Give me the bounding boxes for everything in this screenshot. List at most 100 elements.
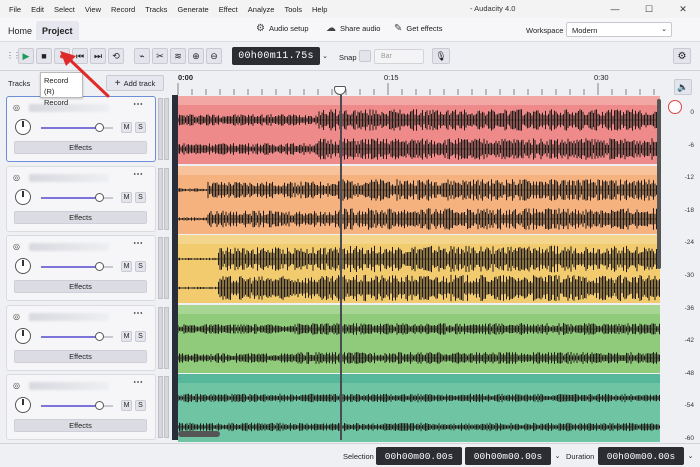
mute-button[interactable]: M: [121, 261, 132, 272]
maximize-button[interactable]: ☐: [632, 0, 666, 18]
track-name[interactable]: [29, 313, 109, 321]
zoom-out-button[interactable]: ⊖: [206, 48, 222, 64]
meter-scale-label: -6: [688, 141, 694, 149]
stereo-link-icon: ◎: [13, 242, 20, 251]
mute-button[interactable]: M: [121, 122, 132, 133]
pan-thumb[interactable]: [94, 262, 104, 271]
menu-tracks[interactable]: Tracks: [140, 5, 172, 14]
vertical-scrollbar[interactable]: [655, 95, 663, 440]
gain-knob[interactable]: [15, 258, 31, 274]
time-display[interactable]: 00h00m11.75s: [232, 47, 320, 65]
toolbar-settings-button[interactable]: ⚙: [673, 48, 691, 64]
gain-knob[interactable]: [15, 328, 31, 344]
pan-thumb[interactable]: [94, 193, 104, 202]
menu-analyze[interactable]: Analyze: [243, 5, 280, 14]
menu-edit[interactable]: Edit: [26, 5, 49, 14]
effects-button[interactable]: Effects: [14, 350, 147, 363]
microphone-button[interactable]: 🎙: [432, 48, 450, 64]
track-header[interactable]: ◎ ⋯ M S Effects: [6, 305, 156, 371]
clip-title-bar[interactable]: [178, 96, 660, 105]
duration-display[interactable]: 00h00m00.00s: [598, 447, 684, 465]
solo-button[interactable]: S: [135, 331, 146, 342]
clip-title-bar[interactable]: [178, 166, 660, 175]
more-options-icon[interactable]: ⋯: [133, 377, 143, 388]
pan-slider[interactable]: [41, 401, 113, 410]
track-header[interactable]: ◎ ⋯ M S Effects: [6, 235, 156, 301]
pan-thumb[interactable]: [94, 332, 104, 341]
gain-knob[interactable]: [15, 397, 31, 413]
snap-checkbox[interactable]: [359, 50, 371, 62]
menu-file[interactable]: File: [4, 5, 26, 14]
clip-title-bar[interactable]: [178, 374, 660, 383]
pan-slider[interactable]: [41, 193, 113, 202]
menu-record[interactable]: Record: [106, 5, 140, 14]
pan-thumb[interactable]: [94, 401, 104, 410]
menu-tools[interactable]: Tools: [279, 5, 307, 14]
track-header[interactable]: ◎ ⋯ M S Effects: [6, 374, 156, 440]
mute-button[interactable]: M: [121, 192, 132, 203]
track-name[interactable]: [29, 382, 109, 390]
get-effects-button[interactable]: ✎ Get effects: [394, 23, 443, 34]
more-options-icon[interactable]: ⋯: [133, 169, 143, 180]
gain-knob[interactable]: [15, 119, 31, 135]
gain-knob[interactable]: [15, 189, 31, 205]
silence-button[interactable]: ≋: [170, 48, 186, 64]
tab-project[interactable]: Project: [36, 21, 79, 40]
pan-slider[interactable]: [41, 332, 113, 341]
workspace-select[interactable]: Modern ⌄: [566, 22, 672, 37]
menu-view[interactable]: View: [80, 5, 106, 14]
zoom-in-button[interactable]: ⊕: [188, 48, 204, 64]
effects-button[interactable]: Effects: [14, 419, 147, 432]
track-header[interactable]: ◎ ⋯ M S Effects: [6, 166, 156, 232]
menu-help[interactable]: Help: [307, 5, 332, 14]
envelope-tool-button[interactable]: ⌁: [134, 48, 150, 64]
pan-thumb[interactable]: [94, 123, 104, 132]
clip-title-bar[interactable]: [178, 305, 660, 314]
audio-clip[interactable]: [178, 374, 660, 442]
selection-end[interactable]: 00h00m00.00s: [465, 447, 551, 465]
solo-button[interactable]: S: [135, 122, 146, 133]
tab-home[interactable]: Home: [2, 21, 38, 40]
close-button[interactable]: ✕: [666, 0, 700, 18]
track-name[interactable]: [29, 243, 109, 251]
meter-settings-button[interactable]: 🔈: [674, 79, 692, 95]
effects-button[interactable]: Effects: [14, 141, 147, 154]
audio-clip[interactable]: [178, 96, 660, 164]
playhead-line[interactable]: [340, 95, 342, 440]
stop-button[interactable]: ■: [36, 48, 52, 64]
horizontal-scrollbar[interactable]: [178, 431, 220, 437]
effects-button[interactable]: Effects: [14, 211, 147, 224]
play-button[interactable]: ▶: [18, 48, 34, 64]
mute-button[interactable]: M: [121, 331, 132, 342]
audio-clip[interactable]: [178, 235, 660, 303]
snap-select[interactable]: Bar: [374, 49, 424, 64]
track-name[interactable]: [29, 174, 109, 182]
menu-generate[interactable]: Generate: [172, 5, 213, 14]
menu-select[interactable]: Select: [49, 5, 80, 14]
solo-button[interactable]: S: [135, 400, 146, 411]
chevron-down-icon[interactable]: ⌄: [320, 47, 330, 65]
pan-slider[interactable]: [41, 123, 113, 132]
track-vu-meter: [158, 307, 163, 369]
selection-start[interactable]: 00h00m00.00s: [376, 447, 462, 465]
cut-button[interactable]: ✂: [152, 48, 168, 64]
timeline-ruler[interactable]: 0:00 0:15 0:30: [172, 71, 666, 95]
share-audio-button[interactable]: ☁ Share audio: [326, 23, 380, 34]
minimize-button[interactable]: —: [598, 0, 632, 18]
solo-button[interactable]: S: [135, 192, 146, 203]
audio-clip[interactable]: [178, 305, 660, 373]
clip-title-bar[interactable]: [178, 235, 660, 244]
pan-slider[interactable]: [41, 262, 113, 271]
effects-button[interactable]: Effects: [14, 280, 147, 293]
more-options-icon[interactable]: ⋯: [133, 308, 143, 319]
scrollbar-thumb[interactable]: [657, 99, 661, 269]
mute-button[interactable]: M: [121, 400, 132, 411]
menu-effect[interactable]: Effect: [214, 5, 243, 14]
audio-clip[interactable]: [178, 166, 660, 234]
audio-setup-button[interactable]: ⚙ Audio setup: [256, 23, 309, 34]
solo-button[interactable]: S: [135, 261, 146, 272]
more-options-icon[interactable]: ⋯: [133, 99, 143, 110]
chevron-down-icon[interactable]: ⌄: [686, 447, 695, 465]
chevron-down-icon[interactable]: ⌄: [553, 447, 562, 465]
more-options-icon[interactable]: ⋯: [133, 238, 143, 249]
